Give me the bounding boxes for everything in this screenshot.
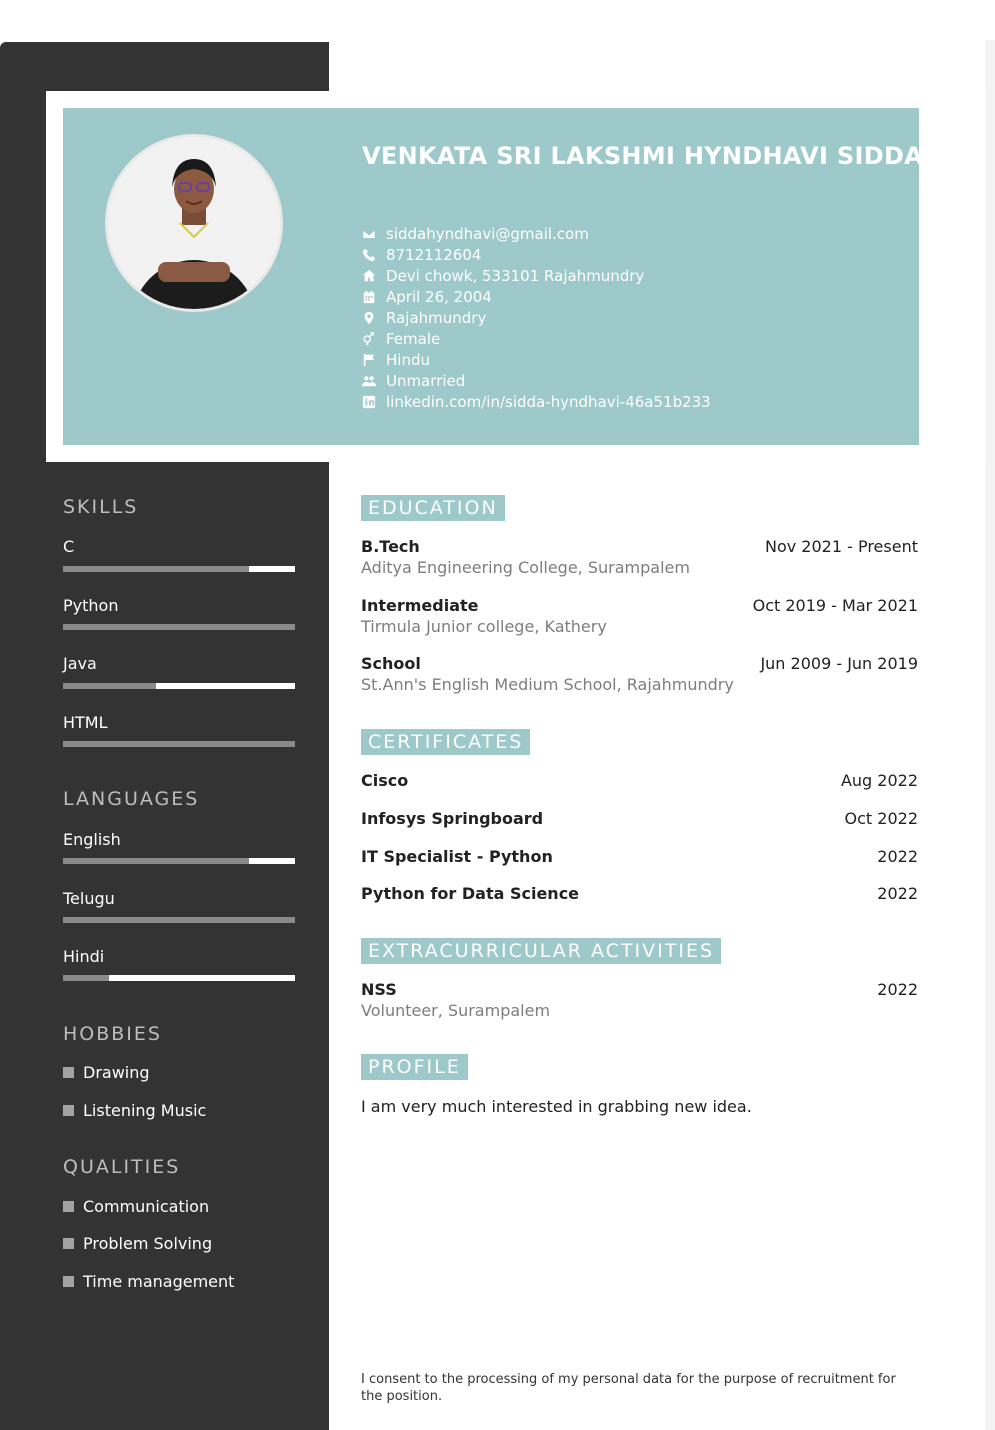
language-name-hindi: Hindi xyxy=(63,947,105,966)
contact-birthdate: April 26, 2004 xyxy=(361,286,711,307)
contact-city-text: Rajahmundry xyxy=(386,308,487,327)
page-shadow xyxy=(985,40,995,1430)
contact-list: siddahyndhavi@gmail.com 8712112604 Devi … xyxy=(361,223,711,412)
certificate-date: Aug 2022 xyxy=(840,771,918,790)
language-bar-english-fill xyxy=(248,858,295,864)
certificate-date: Oct 2022 xyxy=(844,809,918,828)
bullet-square-icon xyxy=(63,1067,74,1078)
profile-text: I am very much interested in grabbing ne… xyxy=(361,1097,752,1116)
language-bar-hindi-fill xyxy=(109,975,295,981)
education-title: Intermediate xyxy=(361,596,479,615)
language-name-english: English xyxy=(63,830,121,849)
certificates-heading: CERTIFICATES xyxy=(361,729,531,755)
certificate-title: Python for Data Science xyxy=(361,884,580,903)
contact-email[interactable]: siddahyndhavi@gmail.com xyxy=(361,223,711,244)
certificate-title: Infosys Springboard xyxy=(361,809,544,828)
education-heading: EDUCATION xyxy=(361,495,505,521)
contact-address-text: Devi chowk, 533101 Rajahmundry xyxy=(386,266,645,285)
skills-heading: SKILLS xyxy=(63,496,139,518)
bullet-square-icon xyxy=(63,1105,74,1116)
languages-heading: LANGUAGES xyxy=(63,788,200,810)
home-icon xyxy=(361,268,377,284)
skill-bar-c xyxy=(63,566,295,572)
flag-icon xyxy=(361,352,377,368)
contact-marital-status-text: Unmarried xyxy=(386,371,466,390)
education-date: Oct 2019 - Mar 2021 xyxy=(752,596,918,615)
skill-bar-c-fill xyxy=(248,566,295,572)
calendar-icon xyxy=(361,289,377,305)
users-icon xyxy=(361,373,377,389)
envelope-icon xyxy=(361,226,377,242)
certificate-title: IT Specialist - Python xyxy=(361,847,553,866)
education-title: B.Tech xyxy=(361,537,420,556)
hobbies-heading: HOBBIES xyxy=(63,1023,162,1045)
bullet-square-icon xyxy=(63,1238,74,1249)
contact-gender: Female xyxy=(361,328,711,349)
hobby-label: Listening Music xyxy=(83,1101,207,1120)
skill-bar-html xyxy=(63,741,295,747)
language-bar-telugu xyxy=(63,917,295,923)
education-title: School xyxy=(361,654,421,673)
education-date: Jun 2009 - Jun 2019 xyxy=(760,654,918,673)
profile-heading: PROFILE xyxy=(361,1054,468,1080)
activity-title: NSS xyxy=(361,980,397,999)
skill-bar-python xyxy=(63,624,295,630)
contact-linkedin-text: linkedin.com/in/sidda-hyndhavi-46a51b233 xyxy=(386,392,711,411)
quality-item: Problem Solving xyxy=(63,1234,212,1253)
activity-date: 2022 xyxy=(877,980,918,999)
profile-photo-image xyxy=(108,137,280,309)
contact-phone[interactable]: 8712112604 xyxy=(361,244,711,265)
education-institution: St.Ann's English Medium School, Rajahmun… xyxy=(361,675,734,694)
qualities-heading: QUALITIES xyxy=(63,1156,181,1178)
skill-name-c: C xyxy=(63,537,75,556)
skill-bar-java-fill xyxy=(155,683,295,689)
contact-email-text: siddahyndhavi@gmail.com xyxy=(386,224,589,243)
contact-gender-text: Female xyxy=(386,329,441,348)
certificate-title: Cisco xyxy=(361,771,409,790)
skill-name-html: HTML xyxy=(63,713,108,732)
phone-icon xyxy=(361,247,377,263)
contact-religion: Hindu xyxy=(361,349,711,370)
contact-religion-text: Hindu xyxy=(386,350,430,369)
certificate-date: 2022 xyxy=(877,847,918,866)
bullet-square-icon xyxy=(63,1201,74,1212)
contact-birthdate-text: April 26, 2004 xyxy=(386,287,492,306)
education-institution: Tirmula Junior college, Kathery xyxy=(361,617,607,636)
activity-role: Volunteer, Surampalem xyxy=(361,1001,551,1020)
contact-city: Rajahmundry xyxy=(361,307,711,328)
contact-marital-status: Unmarried xyxy=(361,370,711,391)
hobby-label: Drawing xyxy=(83,1063,150,1082)
hobby-item: Listening Music xyxy=(63,1101,206,1120)
skill-bar-java xyxy=(63,683,295,689)
contact-address: Devi chowk, 533101 Rajahmundry xyxy=(361,265,711,286)
language-name-telugu: Telugu xyxy=(63,889,115,908)
quality-label: Problem Solving xyxy=(83,1234,213,1253)
quality-label: Time management xyxy=(83,1272,235,1291)
location-pin-icon xyxy=(361,310,377,326)
gender-icon xyxy=(361,331,377,347)
quality-item: Communication xyxy=(63,1197,209,1216)
education-institution: Aditya Engineering College, Surampalem xyxy=(361,558,690,577)
skill-name-python: Python xyxy=(63,596,119,615)
quality-label: Communication xyxy=(83,1197,210,1216)
bullet-square-icon xyxy=(63,1276,74,1287)
linkedin-icon xyxy=(361,394,377,410)
language-bar-hindi xyxy=(63,975,295,981)
extracurricular-heading: EXTRACURRICULAR ACTIVITIES xyxy=(361,938,722,964)
consent-statement: I consent to the processing of my person… xyxy=(361,1372,896,1404)
contact-linkedin[interactable]: linkedin.com/in/sidda-hyndhavi-46a51b233 xyxy=(361,391,711,412)
quality-item: Time management xyxy=(63,1272,234,1291)
language-bar-english xyxy=(63,858,295,864)
profile-photo xyxy=(108,137,280,309)
hobby-item: Drawing xyxy=(63,1063,150,1082)
skill-name-java: Java xyxy=(63,654,97,673)
certificate-date: 2022 xyxy=(877,884,918,903)
contact-phone-text: 8712112604 xyxy=(386,245,482,264)
candidate-name: VENKATA SRI LAKSHMI HYNDHAVI SIDDA xyxy=(362,142,924,170)
education-date: Nov 2021 - Present xyxy=(764,537,918,556)
